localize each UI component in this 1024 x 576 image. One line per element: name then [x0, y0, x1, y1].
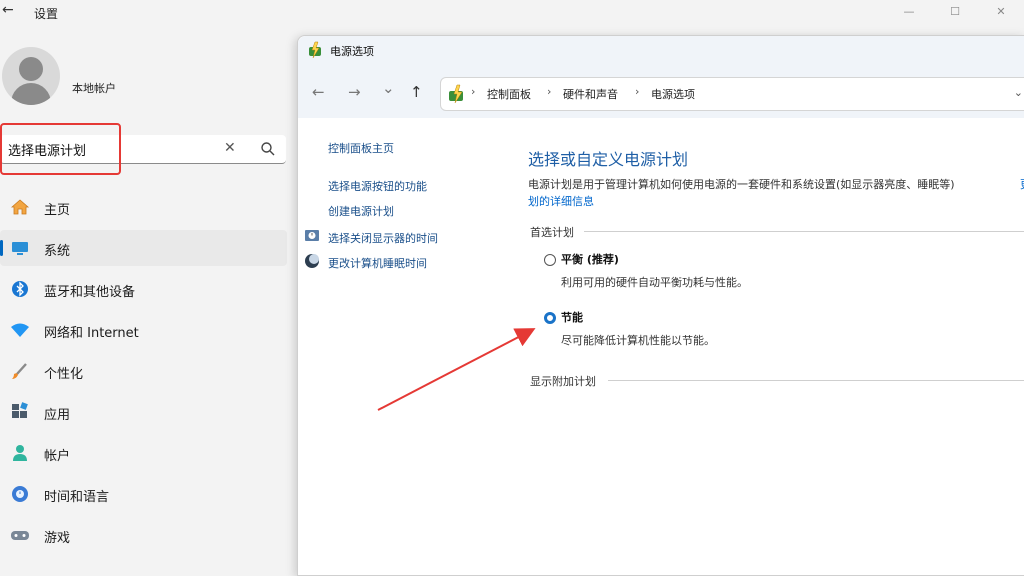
- nav-item-label: 应用: [44, 408, 71, 423]
- apps-icon: [12, 402, 28, 418]
- settings-title: 设置: [34, 7, 59, 21]
- home-icon: [10, 199, 30, 215]
- breadcrumb-separator: ›: [635, 85, 640, 98]
- nav-item-home[interactable]: 主页: [0, 189, 287, 225]
- show-additional-plans[interactable]: 显示附加计划: [530, 373, 596, 389]
- breadcrumb-power-options[interactable]: 电源选项: [651, 86, 695, 102]
- power-left-pane: 控制面板主页 选择电源按钮的功能 创建电源计划 选择关闭显示器的时间 更改计算机…: [298, 118, 513, 575]
- power-window-title: 电源选项: [330, 45, 374, 58]
- clear-search-icon[interactable]: ✕: [224, 140, 236, 156]
- account-name: 本地帐户: [72, 82, 116, 95]
- nav-item-label: 时间和语言: [44, 490, 110, 505]
- nav-item-apps[interactable]: 应用: [0, 394, 287, 430]
- plan-name-power-saver[interactable]: 节能: [561, 309, 583, 325]
- minimize-icon[interactable]: —: [886, 5, 932, 18]
- bluetooth-icon: [12, 281, 28, 297]
- group-divider: [608, 380, 1024, 381]
- nav-item-accounts[interactable]: 帐户: [0, 435, 287, 471]
- breadcrumb-separator: ›: [547, 85, 552, 98]
- link-display-off-time[interactable]: 选择关闭显示器的时间: [328, 230, 438, 246]
- link-power-button-function[interactable]: 选择电源按钮的功能: [328, 178, 427, 194]
- forward-button[interactable]: →: [348, 83, 361, 101]
- nav-item-label: 个性化: [44, 367, 84, 382]
- nav-item-personalization[interactable]: 个性化: [0, 353, 287, 389]
- page-heading: 选择或自定义电源计划: [528, 150, 689, 169]
- description-more-link[interactable]: 更: [1020, 176, 1024, 192]
- nav-item-time-language[interactable]: 时间和语言: [0, 476, 287, 512]
- link-sleep-time[interactable]: 更改计算机睡眠时间: [328, 255, 427, 271]
- avatar-head-shape: [19, 57, 43, 81]
- radio-power-saver[interactable]: [544, 312, 556, 324]
- wifi-icon: [11, 323, 29, 337]
- back-button[interactable]: ←: [312, 83, 325, 101]
- monitor-icon: [12, 242, 28, 255]
- selected-indicator: [0, 240, 3, 256]
- avatar-body-shape: [11, 83, 51, 105]
- plan-desc-power-saver: 尽可能降低计算机性能以节能。: [561, 334, 715, 347]
- address-bar[interactable]: › 控制面板 › 硬件和声音 › 电源选项 ⌄: [440, 77, 1024, 111]
- nav-item-label: 网络和 Internet: [44, 326, 139, 341]
- nav-item-bluetooth[interactable]: 蓝牙和其他设备: [0, 271, 287, 307]
- address-dropdown-icon[interactable]: ⌄: [1014, 86, 1023, 99]
- page-description: 电源计划是用于管理计算机如何使用电源的一套硬件和系统设置(如显示器亮度、睡眠等): [528, 178, 955, 191]
- control-panel-icon: [449, 84, 463, 104]
- nav-item-label: 帐户: [44, 449, 71, 464]
- nav-item-gaming[interactable]: 游戏: [0, 517, 287, 553]
- window-controls: — ☐ ✕: [886, 0, 1024, 18]
- radio-balanced[interactable]: [544, 254, 556, 266]
- close-icon[interactable]: ✕: [978, 5, 1024, 18]
- annotation-highlight-box: [0, 123, 121, 175]
- explorer-navbar: ← → ⌄ ↑ › 控制面板 › 硬件和声音 › 电源选项 ⌄: [298, 66, 1024, 118]
- power-plan-info-link[interactable]: 划的详细信息: [528, 193, 594, 209]
- recent-locations-button[interactable]: ⌄: [382, 79, 395, 97]
- power-titlebar: 电源选项: [298, 36, 1024, 66]
- plan-desc-balanced: 利用可用的硬件自动平衡功耗与性能。: [561, 276, 748, 289]
- brush-icon: [12, 363, 27, 379]
- search-icon[interactable]: [260, 141, 276, 157]
- nav-item-label: 蓝牙和其他设备: [44, 285, 136, 300]
- avatar[interactable]: [2, 47, 60, 105]
- link-control-panel-home[interactable]: 控制面板主页: [328, 140, 394, 156]
- breadcrumb-control-panel[interactable]: 控制面板: [487, 86, 531, 102]
- nav-item-label: 游戏: [44, 531, 71, 546]
- back-icon[interactable]: ←: [2, 2, 14, 18]
- power-options-window: 电源选项 ← → ⌄ ↑ › 控制面板 › 硬件和声音 › 电源选项 ⌄ 控制面…: [297, 35, 1024, 576]
- clock-shield-icon: [305, 230, 319, 241]
- moon-icon: [305, 254, 319, 268]
- person-icon: [13, 445, 27, 461]
- preferred-plans-label: 首选计划: [530, 226, 574, 239]
- link-create-power-plan[interactable]: 创建电源计划: [328, 203, 394, 219]
- settings-titlebar: ← 设置 — ☐ ✕: [0, 0, 1024, 26]
- nav-item-label: 系统: [44, 244, 71, 259]
- group-divider: [584, 231, 1024, 232]
- power-content: 选择或自定义电源计划 电源计划是用于管理计算机如何使用电源的一套硬件和系统设置(…: [528, 118, 1024, 575]
- plan-name-balanced[interactable]: 平衡 (推荐): [561, 251, 619, 267]
- nav-item-system[interactable]: 系统: [0, 230, 287, 266]
- nav-item-label: 主页: [44, 203, 71, 218]
- nav-item-network[interactable]: 网络和 Internet: [0, 312, 287, 348]
- up-button[interactable]: ↑: [410, 83, 423, 101]
- breadcrumb-separator: ›: [471, 85, 476, 98]
- breadcrumb-hardware-sound[interactable]: 硬件和声音: [563, 86, 618, 102]
- globe-clock-icon: [12, 486, 28, 502]
- maximize-icon[interactable]: ☐: [932, 5, 978, 18]
- power-options-icon: [309, 41, 321, 59]
- gamepad-icon: [11, 531, 29, 540]
